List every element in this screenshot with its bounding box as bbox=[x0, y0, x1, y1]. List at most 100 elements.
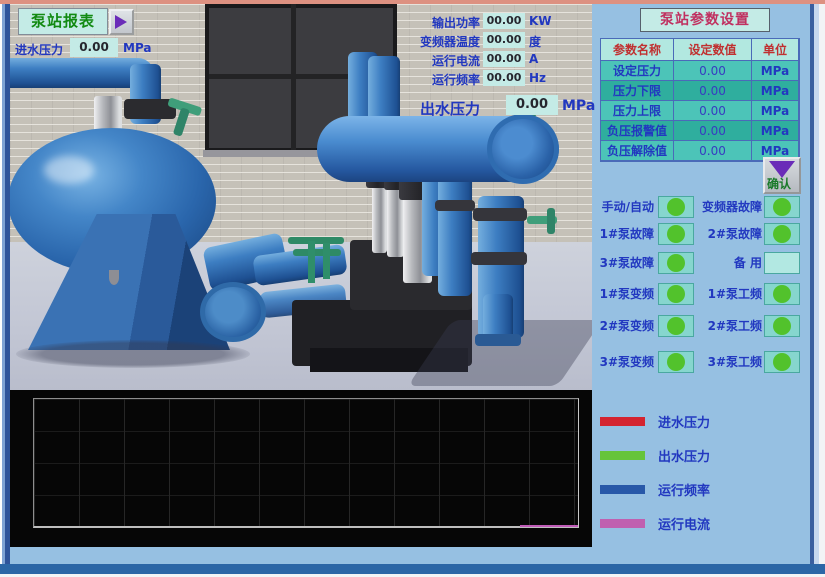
green-lamp-icon bbox=[667, 353, 685, 371]
run-frequency-label: 运行频率 bbox=[380, 71, 480, 88]
param-row-unit: MPa bbox=[752, 61, 799, 81]
status-label: 3#泵变频 bbox=[590, 350, 654, 374]
valve-cluster bbox=[288, 232, 350, 292]
param-row-value-input[interactable]: 0.00 bbox=[674, 121, 752, 141]
status-label: 备 用 bbox=[694, 251, 762, 275]
param-row-name: 负压解除值 bbox=[601, 141, 674, 161]
green-lamp-icon bbox=[667, 317, 685, 335]
outlet-pressure-unit: MPa bbox=[562, 98, 595, 114]
tank-drain bbox=[109, 270, 119, 285]
output-power-value: 00.00 bbox=[483, 13, 525, 29]
tank-highlight bbox=[44, 156, 94, 184]
param-row-unit: MPa bbox=[752, 121, 799, 141]
legend-swatch-inlet-pressure bbox=[600, 417, 645, 426]
status-label: 1#泵变频 bbox=[590, 282, 654, 306]
legend-item: 运行频率 bbox=[598, 479, 808, 499]
confirm-button[interactable]: 确认 bbox=[763, 157, 801, 194]
pump2-vfd-lamp bbox=[658, 315, 694, 337]
pump-column bbox=[372, 183, 387, 253]
run-current-label: 运行电流 bbox=[380, 52, 480, 69]
spare-lamp bbox=[764, 252, 800, 274]
outlet-pressure-value: 0.00 bbox=[506, 95, 558, 115]
pump3-vfd-lamp bbox=[658, 351, 694, 373]
pump-station-hmi-screen: 泵站报表 进水压力 0.00 MPa 输出功率 00.00 KW 变频器温度 0… bbox=[0, 0, 825, 577]
report-button[interactable]: 泵站报表 bbox=[18, 8, 108, 35]
confirm-button-label: 确认 bbox=[767, 175, 791, 192]
pump2-mains-lamp bbox=[764, 315, 800, 337]
bottom-frame-band bbox=[0, 564, 825, 577]
run-current-unit: A bbox=[529, 52, 538, 66]
param-row-value-input[interactable]: 0.00 bbox=[674, 81, 752, 101]
right-frame-band bbox=[810, 4, 825, 564]
inverter-temp-unit: 度 bbox=[529, 33, 541, 50]
param-row-name: 压力上限 bbox=[601, 101, 674, 121]
inverter-temp-value: 00.00 bbox=[483, 32, 525, 48]
param-header-unit: 单位 bbox=[752, 39, 799, 61]
discharge-pipe bbox=[438, 174, 472, 296]
status-label: 1#泵故障 bbox=[590, 222, 654, 246]
trend-chart bbox=[10, 390, 592, 547]
status-label: 变频器故障 bbox=[694, 195, 762, 219]
status-label: 3#泵工频 bbox=[694, 350, 762, 374]
status-label: 2#泵故障 bbox=[694, 222, 762, 246]
status-indicator-grid: 手动/自动 变频器故障 1#泵故障 2#泵故障 3#泵故障 备 用 1#泵变频 … bbox=[590, 194, 802, 380]
run-frequency-value: 00.00 bbox=[483, 70, 525, 86]
param-row-value-input[interactable]: 0.00 bbox=[674, 101, 752, 121]
green-lamp-icon bbox=[667, 254, 685, 272]
param-row-name: 负压报警值 bbox=[601, 121, 674, 141]
pump1-fault-lamp bbox=[658, 223, 694, 245]
inlet-pressure-value: 0.00 bbox=[70, 38, 118, 57]
green-lamp-icon bbox=[667, 285, 685, 303]
param-header-name: 参数名称 bbox=[601, 39, 674, 61]
green-lamp-icon bbox=[773, 317, 791, 335]
output-power-label: 输出功率 bbox=[380, 14, 480, 31]
green-lamp-icon bbox=[773, 285, 791, 303]
status-label: 2#泵变频 bbox=[590, 314, 654, 338]
left-frame-band bbox=[0, 4, 10, 574]
legend-label: 运行频率 bbox=[658, 480, 710, 499]
parameter-table: 参数名称 设定数值 单位 设定压力 0.00 MPa 压力下限 0.00 MPa… bbox=[600, 38, 800, 162]
status-label: 1#泵工频 bbox=[694, 282, 762, 306]
pump3-fault-lamp bbox=[658, 252, 694, 274]
run-current-value: 00.00 bbox=[483, 51, 525, 67]
inverter-fault-lamp bbox=[764, 196, 800, 218]
legend-label: 运行电流 bbox=[658, 514, 710, 533]
valve-handle-icon bbox=[525, 206, 561, 238]
green-lamp-icon bbox=[667, 225, 685, 243]
report-arrow-button[interactable] bbox=[109, 9, 134, 35]
output-power-unit: KW bbox=[529, 14, 552, 28]
param-row-name: 设定压力 bbox=[601, 61, 674, 81]
param-row-unit: MPa bbox=[752, 81, 799, 101]
legend-item: 出水压力 bbox=[598, 445, 808, 465]
settings-panel-title: 泵站参数设置 bbox=[640, 8, 770, 32]
pipe-collar bbox=[435, 200, 475, 211]
pipe-collar bbox=[471, 252, 527, 265]
param-row-value-input[interactable]: 0.00 bbox=[674, 61, 752, 81]
status-label: 手动/自动 bbox=[590, 195, 654, 219]
status-label: 3#泵故障 bbox=[590, 251, 654, 275]
trend-plot-area bbox=[33, 398, 579, 528]
pump2-fault-lamp bbox=[764, 223, 800, 245]
inlet-pressure-unit: MPa bbox=[123, 41, 152, 55]
legend-item: 进水压力 bbox=[598, 411, 808, 431]
run-frequency-unit: Hz bbox=[529, 71, 546, 85]
param-row-unit: MPa bbox=[752, 101, 799, 121]
legend-swatch-run-current bbox=[600, 519, 645, 528]
green-lamp-icon bbox=[773, 225, 791, 243]
param-header-value: 设定数值 bbox=[674, 39, 752, 61]
green-lamp-icon bbox=[667, 198, 685, 216]
pipe-flange bbox=[200, 282, 266, 342]
manual-auto-lamp bbox=[658, 196, 694, 218]
legend-label: 出水压力 bbox=[658, 446, 710, 465]
outlet-pressure-label: 出水压力 bbox=[420, 98, 504, 119]
pump3-mains-lamp bbox=[764, 351, 800, 373]
inlet-pressure-label: 进水压力 bbox=[15, 41, 69, 58]
green-lamp-icon bbox=[773, 353, 791, 371]
green-lamp-icon bbox=[773, 198, 791, 216]
param-row-value-input[interactable]: 0.00 bbox=[674, 141, 752, 161]
status-label: 2#泵工频 bbox=[694, 314, 762, 338]
play-arrow-icon bbox=[115, 15, 127, 29]
param-row-name: 压力下限 bbox=[601, 81, 674, 101]
legend-item: 运行电流 bbox=[598, 513, 808, 533]
legend-swatch-outlet-pressure bbox=[600, 451, 645, 460]
